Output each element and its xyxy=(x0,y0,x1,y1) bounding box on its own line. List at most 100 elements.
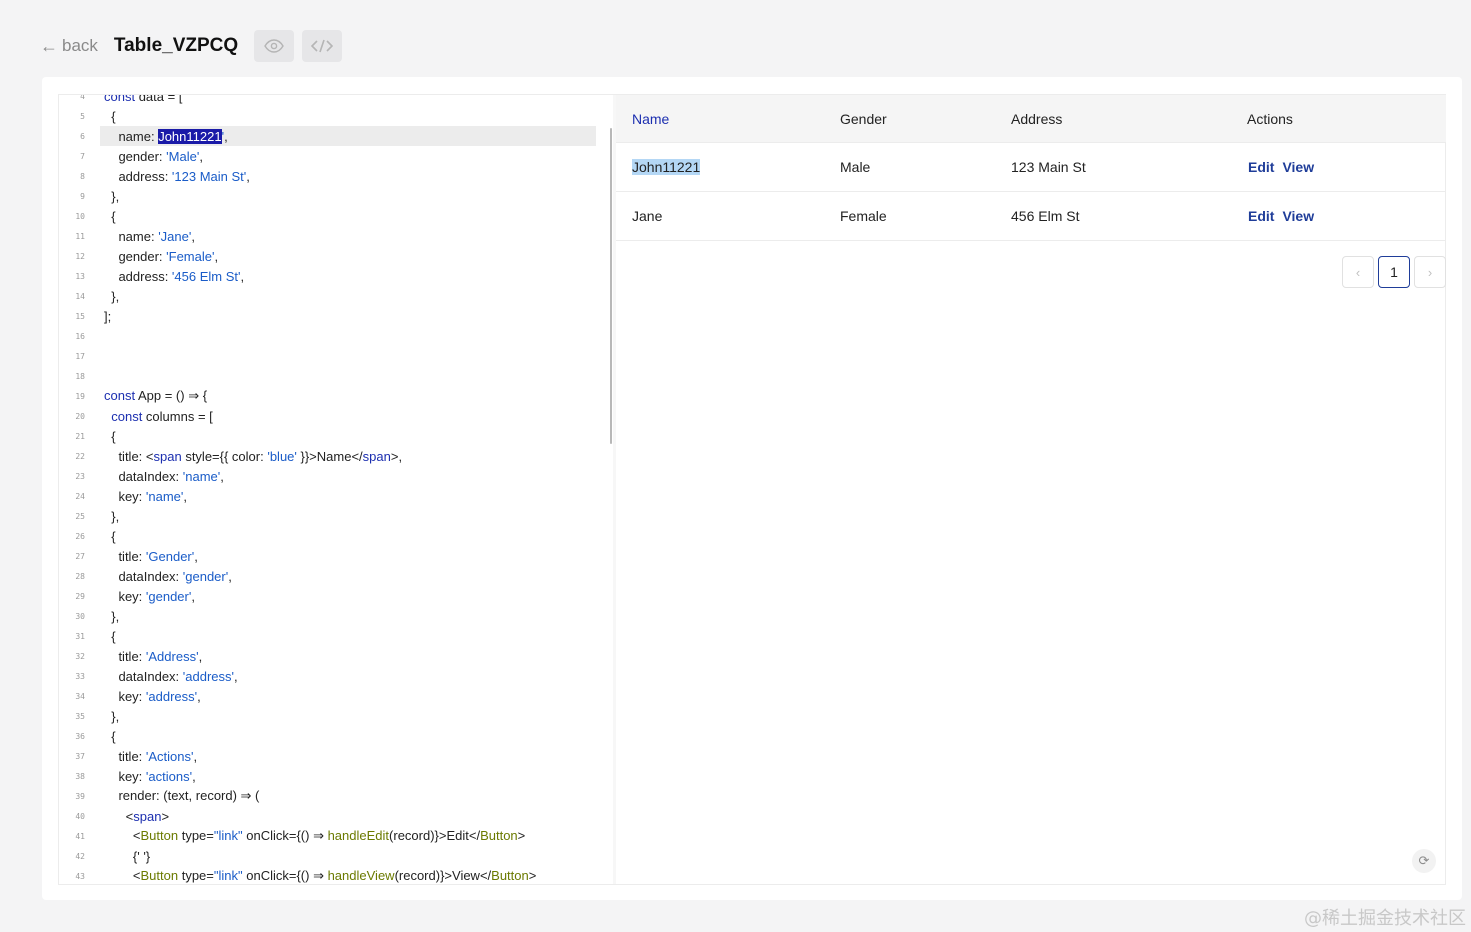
page-button-current[interactable]: 1 xyxy=(1378,256,1410,288)
code-line[interactable]: 43 <Button type="link" onClick={() ⇒ han… xyxy=(59,866,614,884)
code-text: }, xyxy=(104,188,120,204)
code-text: title: 'Gender', xyxy=(104,548,198,564)
code-line[interactable]: 19 const App = () ⇒ { xyxy=(59,386,614,406)
code-line[interactable]: 14 }, xyxy=(59,286,614,306)
line-number: 27 xyxy=(75,551,85,561)
code-line[interactable]: 30 }, xyxy=(59,606,614,626)
code-line[interactable]: 25 }, xyxy=(59,506,614,526)
line-number: 25 xyxy=(75,511,85,521)
code-line[interactable]: 8 address: '123 Main St', xyxy=(59,166,614,186)
view-link[interactable]: View xyxy=(1282,159,1314,175)
line-number: 35 xyxy=(75,711,85,721)
line-number: 7 xyxy=(80,151,85,161)
code-icon xyxy=(311,39,334,53)
code-text: }, xyxy=(104,708,120,724)
code-line[interactable]: 42 {' '} xyxy=(59,846,614,866)
code-line[interactable]: 27 title: 'Gender', xyxy=(59,546,614,566)
line-number: 28 xyxy=(75,571,85,581)
code-line[interactable]: 15]; xyxy=(59,306,614,326)
line-number: 12 xyxy=(75,251,85,261)
edit-link[interactable]: Edit xyxy=(1248,159,1274,175)
line-number: 13 xyxy=(75,271,85,281)
table-row: John11221 Male 123 Main St Edit View xyxy=(616,143,1446,192)
line-number: 15 xyxy=(75,311,85,321)
code-text: dataIndex: 'address', xyxy=(104,668,238,684)
prev-page-button[interactable]: ‹ xyxy=(1342,256,1374,288)
code-text: address: '123 Main St', xyxy=(104,168,250,184)
code-line[interactable]: 4 const data = [ xyxy=(59,95,614,106)
line-number: 26 xyxy=(75,531,85,541)
table-row: Jane Female 456 Elm St Edit View xyxy=(616,192,1446,241)
code-text: { xyxy=(104,208,116,224)
code-text: }, xyxy=(104,508,120,524)
cell-name: Jane xyxy=(632,208,663,224)
line-number: 29 xyxy=(75,591,85,601)
code-line[interactable]: 22 title: <span style={{ color: 'blue' }… xyxy=(59,446,614,466)
code-line[interactable]: 28 dataIndex: 'gender', xyxy=(59,566,614,586)
code-text: title: 'Actions', xyxy=(104,748,198,764)
line-number: 18 xyxy=(75,371,85,381)
main-card: 4 const data = [5 {6 name: John11221', 7 g… xyxy=(42,77,1462,900)
code-line[interactable]: 24 key: 'name', xyxy=(59,486,614,506)
line-number: 16 xyxy=(75,331,85,341)
code-line[interactable]: 39 render: (text, record) ⇒ ( xyxy=(59,786,614,806)
column-header-name: Name xyxy=(632,111,670,127)
line-number: 40 xyxy=(75,811,85,821)
code-line[interactable]: 11 name: 'Jane', xyxy=(59,226,614,246)
code-view-button[interactable] xyxy=(302,30,343,62)
line-number: 10 xyxy=(75,211,85,221)
code-text: <Button type="link" onClick={() ⇒ handle… xyxy=(104,868,537,883)
code-text: title: 'Address', xyxy=(104,648,203,664)
line-number: 42 xyxy=(75,851,85,861)
code-line[interactable]: 13 address: '456 Elm St', xyxy=(59,266,614,286)
arrow-left-icon: ← xyxy=(40,35,58,56)
code-line[interactable]: 9 }, xyxy=(59,186,614,206)
code-line[interactable]: 37 title: 'Actions', xyxy=(59,746,614,766)
code-line[interactable]: 33 dataIndex: 'address', xyxy=(59,666,614,686)
code-line[interactable]: 17 xyxy=(59,346,614,366)
code-line[interactable]: 34 key: 'address', xyxy=(59,686,614,706)
code-line[interactable]: 20 const columns = [ xyxy=(59,406,614,426)
header: ← back Table_VZPCQ xyxy=(40,28,343,64)
code-text: {' '} xyxy=(104,848,151,864)
column-header-gender: Gender xyxy=(840,111,887,127)
refresh-icon[interactable]: ⟳ xyxy=(1412,849,1436,873)
code-text: address: '456 Elm St', xyxy=(104,268,245,284)
code-line[interactable]: 23 dataIndex: 'name', xyxy=(59,466,614,486)
code-line[interactable]: 18 xyxy=(59,366,614,386)
code-line[interactable]: 16 xyxy=(59,326,614,346)
code-line[interactable]: 38 key: 'actions', xyxy=(59,766,614,786)
line-number: 39 xyxy=(75,791,85,801)
view-link[interactable]: View xyxy=(1282,208,1314,224)
code-line[interactable]: 40 <span> xyxy=(59,806,614,826)
code-text: }, xyxy=(104,608,120,624)
cell-name: John11221 xyxy=(632,159,701,175)
column-header-address: Address xyxy=(1011,111,1063,127)
code-line[interactable]: 6 name: John11221', xyxy=(59,126,614,146)
back-button[interactable]: ← back xyxy=(40,36,98,57)
code-line[interactable]: 41 <Button type="link" onClick={() ⇒ han… xyxy=(59,826,614,846)
code-line[interactable]: 7 gender: 'Male', xyxy=(59,146,614,166)
code-line[interactable]: 12 gender: 'Female', xyxy=(59,246,614,266)
code-line[interactable]: 10 { xyxy=(59,206,614,226)
code-line[interactable]: 21 { xyxy=(59,426,614,446)
code-line[interactable]: 29 key: 'gender', xyxy=(59,586,614,606)
back-label: back xyxy=(62,36,98,55)
code-line[interactable]: 32 title: 'Address', xyxy=(59,646,614,666)
line-number: 32 xyxy=(75,651,85,661)
line-number: 37 xyxy=(75,751,85,761)
next-page-button[interactable]: › xyxy=(1414,256,1446,288)
code-line[interactable]: 5 { xyxy=(59,106,614,126)
code-line[interactable]: 26 { xyxy=(59,526,614,546)
code-line[interactable]: 31 { xyxy=(59,626,614,646)
watermark: @稀土掘金技术社区 xyxy=(1304,908,1466,929)
code-text: }, xyxy=(104,288,120,304)
line-number: 8 xyxy=(80,171,85,181)
code-scrollbar[interactable] xyxy=(610,128,612,444)
edit-link[interactable]: Edit xyxy=(1248,208,1274,224)
code-editor[interactable]: 4 const data = [5 {6 name: John11221', 7 g… xyxy=(59,95,614,884)
code-text: gender: 'Male', xyxy=(104,148,203,164)
code-line[interactable]: 36 { xyxy=(59,726,614,746)
preview-button[interactable] xyxy=(254,30,295,62)
code-line[interactable]: 35 }, xyxy=(59,706,614,726)
